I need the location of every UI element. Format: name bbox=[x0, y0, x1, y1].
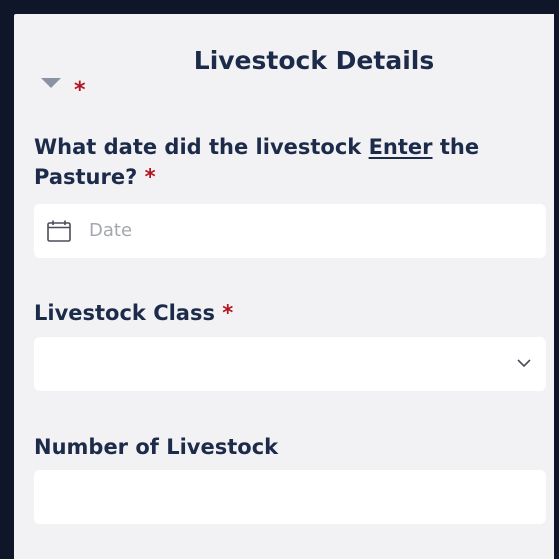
livestock-class-label: Livestock Class * bbox=[34, 298, 534, 328]
section-header: * Livestock Details bbox=[14, 14, 554, 114]
entry-date-required-marker: * bbox=[144, 165, 156, 189]
livestock-details-panel: * Livestock Details What date did the li… bbox=[14, 14, 554, 559]
chevron-down-icon[interactable] bbox=[516, 357, 532, 369]
calendar-icon bbox=[47, 220, 71, 242]
collapse-triangle-icon[interactable] bbox=[38, 74, 64, 94]
entry-date-label: What date did the livestock Enter the Pa… bbox=[34, 132, 534, 192]
number-of-livestock-label-text: Number of Livestock bbox=[34, 435, 279, 459]
entry-date-input[interactable]: Date bbox=[34, 204, 546, 258]
entry-date-label-emphasis: Enter bbox=[368, 135, 433, 159]
livestock-class-select[interactable] bbox=[34, 337, 546, 391]
header-required-marker: * bbox=[74, 78, 86, 103]
livestock-class-required-marker: * bbox=[222, 301, 234, 325]
livestock-class-label-text: Livestock Class bbox=[34, 301, 215, 325]
number-of-livestock-label: Number of Livestock bbox=[34, 432, 534, 462]
date-placeholder: Date bbox=[89, 220, 133, 241]
section-title: Livestock Details bbox=[193, 46, 435, 75]
number-of-livestock-input[interactable] bbox=[34, 470, 546, 524]
entry-date-label-text-1: What date did the livestock bbox=[34, 135, 369, 159]
